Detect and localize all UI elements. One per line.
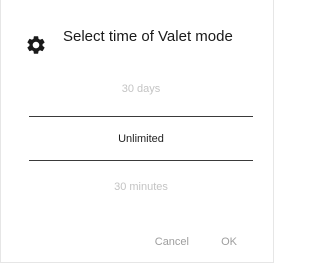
ok-button[interactable]: OK [221, 236, 237, 248]
valet-mode-dialog: Select time of Valet mode 30 days Unlimi… [0, 0, 274, 263]
picker-option-selected[interactable]: Unlimited [29, 133, 253, 145]
picker-divider-top [29, 116, 253, 117]
gear-icon [25, 34, 47, 56]
dialog-header: Select time of Valet mode [25, 26, 263, 56]
time-picker[interactable]: 30 days Unlimited 30 minutes [29, 78, 253, 204]
cancel-button[interactable]: Cancel [155, 236, 189, 248]
dialog-title: Select time of Valet mode [63, 28, 233, 45]
picker-divider-bottom [29, 160, 253, 161]
picker-option[interactable]: 30 days [29, 83, 253, 95]
picker-option[interactable]: 30 minutes [29, 181, 253, 193]
